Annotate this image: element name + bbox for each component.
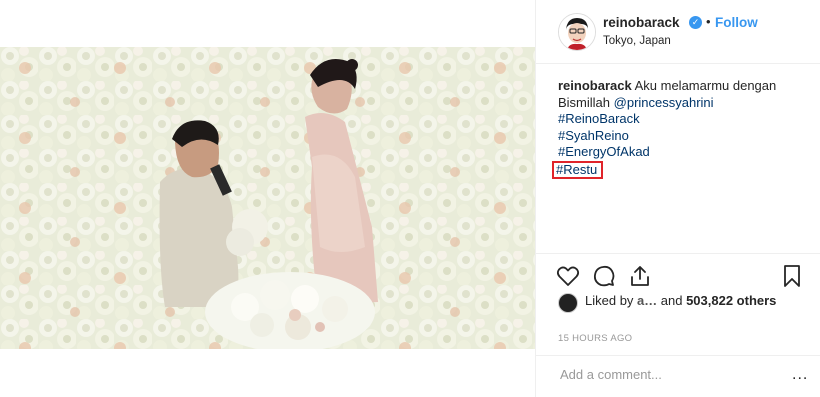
post-caption: reinobarack Aku melamarmu dengan Bismill… bbox=[552, 78, 798, 179]
video-frame-image bbox=[0, 47, 535, 349]
hashtag-restu-highlighted[interactable]: #Restu bbox=[552, 160, 604, 179]
likes-connector: and bbox=[660, 293, 683, 308]
verified-badge-icon: ✓ bbox=[689, 16, 702, 29]
avatar[interactable] bbox=[558, 13, 596, 51]
avatar-cartoon-icon bbox=[559, 14, 595, 50]
save-bookmark-icon[interactable] bbox=[780, 264, 804, 288]
post-location[interactable]: Tokyo, Japan bbox=[603, 35, 671, 47]
post-header: reinobarack ✓ • Follow Tokyo, Japan bbox=[536, 0, 820, 64]
caption-mention[interactable]: @princessyahrini bbox=[614, 95, 714, 110]
comment-bar: ... bbox=[536, 355, 820, 397]
comment-input[interactable] bbox=[558, 366, 772, 383]
more-options-icon[interactable]: ... bbox=[792, 366, 808, 384]
separator-dot: • bbox=[706, 14, 711, 29]
likes-count[interactable]: 503,822 others bbox=[686, 293, 776, 308]
hashtag-syahreino[interactable]: #SyahReino bbox=[558, 128, 798, 145]
hashtag-reinobarack[interactable]: #ReinoBarack bbox=[558, 111, 798, 128]
post-username[interactable]: reinobarack bbox=[603, 15, 680, 30]
liker-username[interactable]: a... bbox=[637, 293, 657, 308]
comment-bubble-icon[interactable] bbox=[592, 264, 616, 288]
follow-button[interactable]: Follow bbox=[715, 15, 758, 30]
liker-avatar[interactable] bbox=[558, 293, 578, 313]
instagram-post: reinobarack ✓ • Follow Tokyo, Japan rein… bbox=[0, 0, 820, 397]
caption-username[interactable]: reinobarack bbox=[558, 78, 632, 93]
post-actions bbox=[536, 253, 820, 293]
post-timestamp[interactable]: 15 HOURS AGO bbox=[558, 333, 632, 344]
like-heart-icon[interactable] bbox=[556, 264, 580, 288]
post-sidebar: reinobarack ✓ • Follow Tokyo, Japan rein… bbox=[535, 0, 820, 397]
share-icon[interactable] bbox=[628, 264, 652, 288]
post-media bbox=[0, 0, 535, 397]
likes-text: Liked by a... and 503,822 others bbox=[585, 293, 785, 310]
post-video[interactable] bbox=[0, 47, 535, 349]
likes-prefix: Liked by bbox=[585, 293, 634, 308]
hashtag-energyofakad[interactable]: #EnergyOfAkad bbox=[558, 144, 798, 161]
